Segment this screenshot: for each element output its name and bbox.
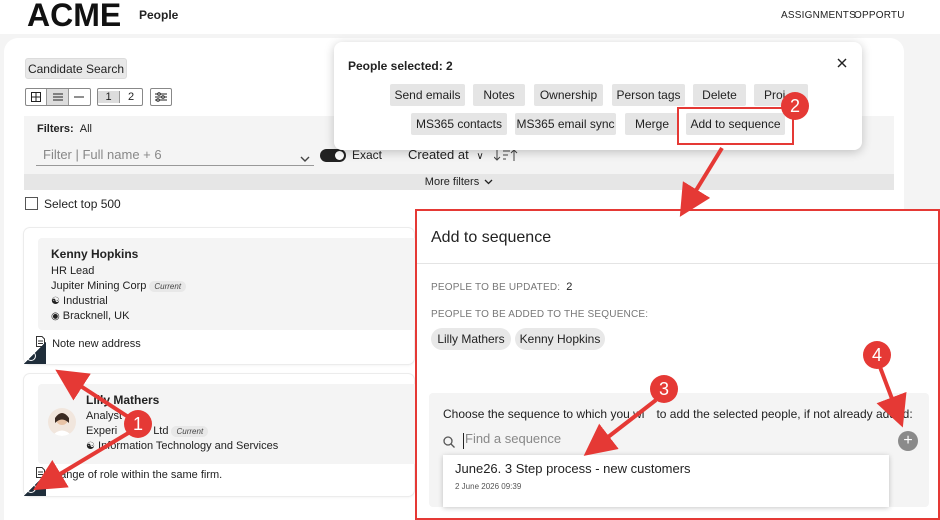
callout-badge-4: 4 [863,341,891,369]
screen: ACME People ASSIGNMENTS OPPORTU Candidat… [0,0,940,520]
callout-arrows [33,146,907,491]
callout-arrow-2 [679,146,724,217]
callout-badge-3: 3 [650,375,678,403]
callout-arrow-1b [33,430,132,491]
callout-badge-2: 2 [781,92,809,120]
callout-arrow-3 [583,398,658,456]
callout-arrow-4 [876,366,907,428]
callout-badge-1: 1 [124,410,152,438]
callout-arrow-1a [55,369,132,420]
